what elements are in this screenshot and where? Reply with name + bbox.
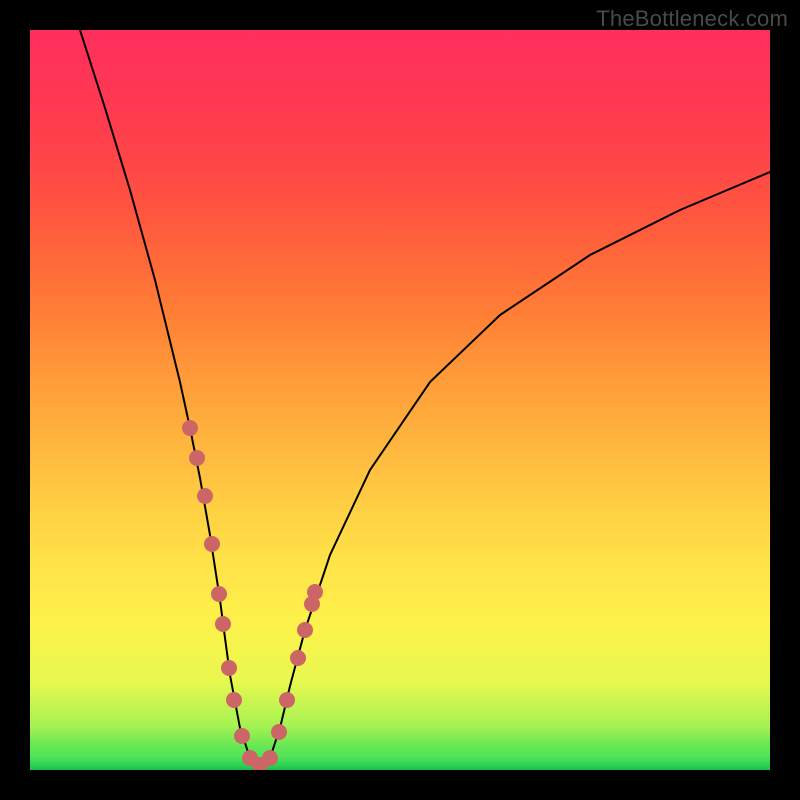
chart-frame: TheBottleneck.com [0,0,800,800]
data-bead [279,692,295,708]
data-bead [307,584,323,600]
data-bead [226,692,242,708]
data-bead [204,536,220,552]
bottleneck-curve-line [80,30,770,765]
data-bead [189,450,205,466]
data-bead [215,616,231,632]
data-bead [234,728,250,744]
data-bead [197,488,213,504]
data-bead [211,586,227,602]
data-bead [221,660,237,676]
data-beads-group [182,420,323,770]
bottleneck-curve-svg [30,30,770,770]
watermark-text: TheBottleneck.com [596,6,788,32]
data-bead [290,650,306,666]
data-bead [271,724,287,740]
data-bead [262,750,278,766]
data-bead [182,420,198,436]
data-bead [297,622,313,638]
